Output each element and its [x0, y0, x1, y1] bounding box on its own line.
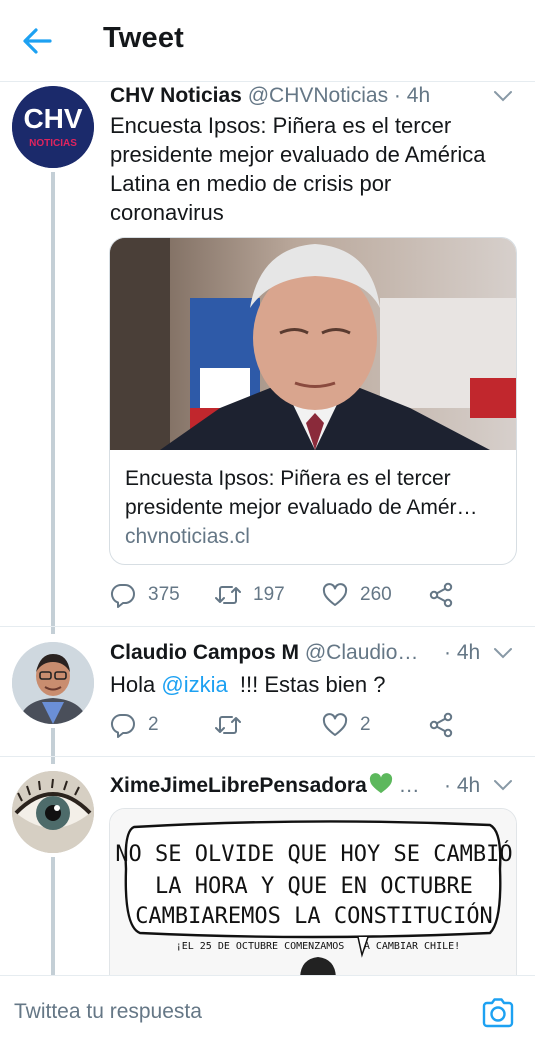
tweet-text-line: Latina en medio de crisis por: [110, 171, 392, 196]
reply-icon: [110, 583, 135, 608]
camera-icon[interactable]: [481, 997, 515, 1029]
reply-input[interactable]: Twittea tu respuesta: [14, 1000, 202, 1024]
avatar-photo: [12, 642, 94, 724]
display-name[interactable]: Claudio Campos M: [110, 641, 299, 664]
retweet-icon: [215, 716, 241, 734]
comic-illustration: NO SE OLVIDE QUE HOY SE CAMBIÓ LA HORA Y…: [110, 809, 516, 977]
arrow-left-icon[interactable]: [20, 24, 54, 58]
share-icon: [429, 712, 453, 738]
heart-icon: [322, 583, 348, 606]
user-handle[interactable]: …: [399, 774, 420, 797]
chevron-down-icon[interactable]: [493, 779, 513, 791]
reply-icon: [110, 713, 135, 738]
tweet-time-group: · 4h: [444, 773, 480, 799]
page-title: Tweet: [103, 22, 185, 54]
tweet-actions: 375 197 260: [110, 580, 510, 610]
user-handle[interactable]: @Claudio…: [305, 641, 419, 664]
reply-bar: Twittea tu respuesta: [0, 975, 535, 1050]
tweet-text: Encuesta Ipsos: Piñera es el tercer pres…: [110, 111, 485, 227]
thread-line: [51, 172, 55, 634]
display-name[interactable]: CHV Noticias: [110, 84, 242, 107]
top-bar: Tweet: [0, 0, 535, 82]
retweet-icon: [215, 586, 241, 604]
comic-line: CAMBIAREMOS LA CONSTITUCIÓN: [135, 903, 493, 929]
tweet-text-line: presidente mejor evaluado de América: [110, 142, 486, 167]
tweet-text-part: !!! Estas bien ?: [227, 672, 386, 697]
card-title: Encuesta Ipsos: Piñera es el tercer pres…: [125, 464, 503, 522]
avatar[interactable]: [12, 771, 94, 853]
thread-line: [51, 857, 55, 975]
divider: [0, 756, 535, 757]
display-name[interactable]: XimeJimeLibrePensadora: [110, 774, 367, 797]
user-handle[interactable]: @CHVNoticias: [248, 84, 388, 107]
heart-icon: [322, 713, 348, 736]
tweet-time-group: · 4h: [444, 640, 480, 666]
reply-count: 2: [148, 714, 159, 735]
retweet-count: 197: [253, 584, 285, 605]
comic-line: NO SE OLVIDE QUE HOY SE CAMBIÓ: [115, 841, 512, 867]
green-heart-icon: [369, 773, 392, 794]
timestamp[interactable]: 4h: [457, 774, 480, 797]
like-count: 260: [360, 584, 392, 605]
avatar[interactable]: CHV NOTICIAS: [12, 86, 94, 168]
comic-subtext: ¡EL 25 DE OCTUBRE COMENZAMOS: [176, 941, 345, 952]
card-title-line: Encuesta Ipsos: Piñera es el tercer: [125, 467, 451, 490]
chevron-down-icon[interactable]: [493, 90, 513, 102]
share-button[interactable]: [428, 710, 466, 740]
comic-line: LA HORA Y QUE EN OCTUBRE: [155, 874, 473, 899]
tweet-actions: 2 2: [110, 710, 510, 740]
chevron-down-icon[interactable]: [493, 647, 513, 659]
tweet-text-line: Encuesta Ipsos: Piñera es el tercer: [110, 113, 452, 138]
separator-dot: ·: [393, 84, 401, 107]
like-count: 2: [360, 714, 371, 735]
retweet-button[interactable]: 197: [215, 580, 285, 610]
card-domain: chvnoticias.cl: [125, 525, 250, 548]
share-button[interactable]: [428, 580, 466, 610]
chv-logo: CHV NOTICIAS: [12, 86, 94, 168]
tweet-text: Hola @izkia !!! Estas bien ?: [110, 670, 385, 699]
tweet-header: Claudio Campos M @Claudio…: [110, 640, 418, 666]
card-image: [110, 238, 516, 450]
separator-dot: ·: [444, 774, 451, 797]
like-button[interactable]: 2: [322, 710, 371, 740]
mention-link[interactable]: @izkia: [161, 672, 227, 697]
separator-dot: ·: [444, 641, 451, 664]
tweet-text-part: Hola: [110, 672, 162, 697]
logo-text-top: CHV: [23, 103, 82, 134]
divider: [0, 626, 535, 627]
avatar[interactable]: [12, 642, 94, 724]
tweet-header: CHV Noticias @CHVNoticias · 4h: [110, 83, 430, 109]
logo-text-bottom: NOTICIAS: [29, 138, 77, 149]
timestamp[interactable]: 4h: [457, 641, 480, 664]
reply-button[interactable]: 2: [110, 710, 159, 740]
link-card[interactable]: Encuesta Ipsos: Piñera es el tercer pres…: [109, 237, 517, 565]
like-button[interactable]: 260: [322, 580, 392, 610]
thread-line: [51, 728, 55, 764]
avatar-photo: [12, 771, 94, 853]
tweet-text-line: coronavirus: [110, 200, 224, 225]
share-icon: [429, 582, 453, 608]
tweet-header: XimeJimeLibrePensadora …: [110, 773, 420, 799]
retweet-button[interactable]: [215, 710, 253, 740]
card-title-line: presidente mejor evaluado de Amér…: [125, 496, 478, 519]
comic-subtext: A CAMBIAR CHILE!: [364, 941, 460, 952]
timestamp[interactable]: 4h: [407, 84, 430, 107]
reply-count: 375: [148, 584, 180, 605]
tweet-image[interactable]: NO SE OLVIDE QUE HOY SE CAMBIÓ LA HORA Y…: [109, 808, 517, 978]
reply-button[interactable]: 375: [110, 580, 180, 610]
